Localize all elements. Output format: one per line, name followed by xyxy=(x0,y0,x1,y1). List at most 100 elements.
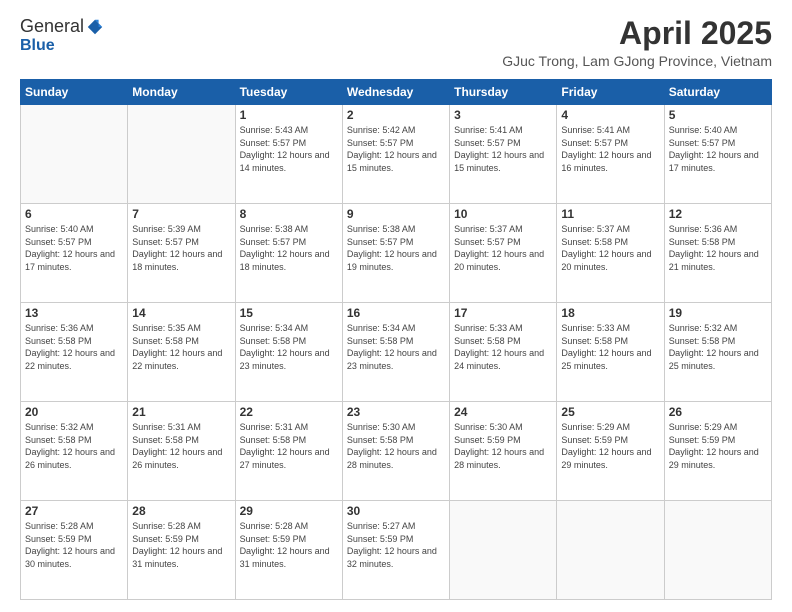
calendar-cell: 6 Sunrise: 5:40 AMSunset: 5:57 PMDaylight… xyxy=(21,204,128,303)
day-number: 14 xyxy=(132,306,230,320)
day-number: 24 xyxy=(454,405,552,419)
day-info: Sunrise: 5:36 AMSunset: 5:58 PMDaylight:… xyxy=(669,223,767,273)
day-number: 3 xyxy=(454,108,552,122)
logo-general: General xyxy=(20,16,84,37)
day-info: Sunrise: 5:37 AMSunset: 5:57 PMDaylight:… xyxy=(454,223,552,273)
calendar-cell xyxy=(21,105,128,204)
day-info: Sunrise: 5:31 AMSunset: 5:58 PMDaylight:… xyxy=(132,421,230,471)
calendar-cell: 11Sunrise: 5:37 AMSunset: 5:58 PMDayligh… xyxy=(557,204,664,303)
day-info: Sunrise: 5:28 AMSunset: 5:59 PMDaylight:… xyxy=(132,520,230,570)
day-info: Sunrise: 5:35 AMSunset: 5:58 PMDaylight:… xyxy=(132,322,230,372)
calendar-cell: 2 Sunrise: 5:42 AMSunset: 5:57 PMDaylight… xyxy=(342,105,449,204)
day-number: 19 xyxy=(669,306,767,320)
calendar-cell: 23Sunrise: 5:30 AMSunset: 5:58 PMDayligh… xyxy=(342,402,449,501)
day-number: 21 xyxy=(132,405,230,419)
day-info: Sunrise: 5:37 AMSunset: 5:58 PMDaylight:… xyxy=(561,223,659,273)
calendar-header-wednesday: Wednesday xyxy=(342,80,449,105)
day-number: 25 xyxy=(561,405,659,419)
location-title: GJuc Trong, Lam GJong Province, Vietnam xyxy=(502,53,772,69)
week-row-2: 13Sunrise: 5:36 AMSunset: 5:58 PMDayligh… xyxy=(21,303,772,402)
day-number: 27 xyxy=(25,504,123,518)
calendar-cell: 7 Sunrise: 5:39 AMSunset: 5:57 PMDaylight… xyxy=(128,204,235,303)
calendar-cell: 27 Sunrise: 5:28 AMSunset: 5:59 PMDayligh… xyxy=(21,501,128,600)
day-info: Sunrise: 5:40 AMSunset: 5:57 PMDaylight:… xyxy=(669,124,767,174)
calendar-cell: 26Sunrise: 5:29 AMSunset: 5:59 PMDayligh… xyxy=(664,402,771,501)
day-info: Sunrise: 5:39 AMSunset: 5:57 PMDaylight:… xyxy=(132,223,230,273)
calendar-cell: 17Sunrise: 5:33 AMSunset: 5:58 PMDayligh… xyxy=(450,303,557,402)
day-info: Sunrise: 5:41 AMSunset: 5:57 PMDaylight:… xyxy=(454,124,552,174)
day-info: Sunrise: 5:34 AMSunset: 5:58 PMDaylight:… xyxy=(240,322,338,372)
week-row-0: 1Sunrise: 5:43 AMSunset: 5:57 PMDaylight… xyxy=(21,105,772,204)
logo-text: General xyxy=(20,16,104,37)
calendar-cell: 9Sunrise: 5:38 AMSunset: 5:57 PMDaylight… xyxy=(342,204,449,303)
calendar-cell xyxy=(664,501,771,600)
calendar-header-friday: Friday xyxy=(557,80,664,105)
calendar-cell: 13Sunrise: 5:36 AMSunset: 5:58 PMDayligh… xyxy=(21,303,128,402)
day-info: Sunrise: 5:38 AMSunset: 5:57 PMDaylight:… xyxy=(240,223,338,273)
calendar-cell: 1Sunrise: 5:43 AMSunset: 5:57 PMDaylight… xyxy=(235,105,342,204)
calendar-cell xyxy=(450,501,557,600)
calendar-header-saturday: Saturday xyxy=(664,80,771,105)
calendar-cell: 21 Sunrise: 5:31 AMSunset: 5:58 PMDayligh… xyxy=(128,402,235,501)
calendar-cell: 29 Sunrise: 5:28 AMSunset: 5:59 PMDayligh… xyxy=(235,501,342,600)
month-title: April 2025 xyxy=(502,16,772,51)
day-number: 16 xyxy=(347,306,445,320)
day-number: 7 xyxy=(132,207,230,221)
day-info: Sunrise: 5:29 AMSunset: 5:59 PMDaylight:… xyxy=(561,421,659,471)
day-number: 5 xyxy=(669,108,767,122)
day-number: 28 xyxy=(132,504,230,518)
day-info: Sunrise: 5:42 AMSunset: 5:57 PMDaylight:… xyxy=(347,124,445,174)
calendar-cell: 20 Sunrise: 5:32 AMSunset: 5:58 PMDayligh… xyxy=(21,402,128,501)
calendar-cell: 30Sunrise: 5:27 AMSunset: 5:59 PMDayligh… xyxy=(342,501,449,600)
calendar-cell xyxy=(128,105,235,204)
calendar-cell: 28 Sunrise: 5:28 AMSunset: 5:59 PMDayligh… xyxy=(128,501,235,600)
day-info: Sunrise: 5:43 AMSunset: 5:57 PMDaylight:… xyxy=(240,124,338,174)
day-number: 8 xyxy=(240,207,338,221)
calendar-table: SundayMondayTuesdayWednesdayThursdayFrid… xyxy=(20,79,772,600)
day-number: 10 xyxy=(454,207,552,221)
day-info: Sunrise: 5:32 AMSunset: 5:58 PMDaylight:… xyxy=(25,421,123,471)
day-number: 30 xyxy=(347,504,445,518)
day-number: 6 xyxy=(25,207,123,221)
calendar-cell: 18 Sunrise: 5:33 AMSunset: 5:58 PMDayligh… xyxy=(557,303,664,402)
calendar-cell: 19Sunrise: 5:32 AMSunset: 5:58 PMDayligh… xyxy=(664,303,771,402)
day-info: Sunrise: 5:41 AMSunset: 5:57 PMDaylight:… xyxy=(561,124,659,174)
calendar-cell: 12 Sunrise: 5:36 AMSunset: 5:58 PMDayligh… xyxy=(664,204,771,303)
day-number: 17 xyxy=(454,306,552,320)
day-info: Sunrise: 5:31 AMSunset: 5:58 PMDaylight:… xyxy=(240,421,338,471)
day-number: 2 xyxy=(347,108,445,122)
day-info: Sunrise: 5:28 AMSunset: 5:59 PMDaylight:… xyxy=(25,520,123,570)
calendar-header-row: SundayMondayTuesdayWednesdayThursdayFrid… xyxy=(21,80,772,105)
calendar-cell: 15 Sunrise: 5:34 AMSunset: 5:58 PMDayligh… xyxy=(235,303,342,402)
calendar-cell: 8 Sunrise: 5:38 AMSunset: 5:57 PMDaylight… xyxy=(235,204,342,303)
calendar-cell: 16 Sunrise: 5:34 AMSunset: 5:58 PMDayligh… xyxy=(342,303,449,402)
calendar-cell: 3 Sunrise: 5:41 AMSunset: 5:57 PMDaylight… xyxy=(450,105,557,204)
calendar-cell: 10 Sunrise: 5:37 AMSunset: 5:57 PMDayligh… xyxy=(450,204,557,303)
calendar-cell: 4Sunrise: 5:41 AMSunset: 5:57 PMDaylight… xyxy=(557,105,664,204)
day-number: 20 xyxy=(25,405,123,419)
calendar-header-monday: Monday xyxy=(128,80,235,105)
title-block: April 2025 GJuc Trong, Lam GJong Provinc… xyxy=(502,16,772,69)
week-row-3: 20 Sunrise: 5:32 AMSunset: 5:58 PMDayligh… xyxy=(21,402,772,501)
day-info: Sunrise: 5:28 AMSunset: 5:59 PMDaylight:… xyxy=(240,520,338,570)
day-number: 12 xyxy=(669,207,767,221)
page: General Blue April 2025 GJuc Trong, Lam … xyxy=(0,0,792,612)
day-info: Sunrise: 5:33 AMSunset: 5:58 PMDaylight:… xyxy=(561,322,659,372)
calendar-cell: 25 Sunrise: 5:29 AMSunset: 5:59 PMDayligh… xyxy=(557,402,664,501)
day-number: 29 xyxy=(240,504,338,518)
day-info: Sunrise: 5:40 AMSunset: 5:57 PMDaylight:… xyxy=(25,223,123,273)
logo: General Blue xyxy=(20,16,104,55)
day-number: 13 xyxy=(25,306,123,320)
day-number: 22 xyxy=(240,405,338,419)
day-number: 15 xyxy=(240,306,338,320)
day-info: Sunrise: 5:30 AMSunset: 5:58 PMDaylight:… xyxy=(347,421,445,471)
day-info: Sunrise: 5:34 AMSunset: 5:58 PMDaylight:… xyxy=(347,322,445,372)
week-row-1: 6 Sunrise: 5:40 AMSunset: 5:57 PMDaylight… xyxy=(21,204,772,303)
calendar-cell: 5 Sunrise: 5:40 AMSunset: 5:57 PMDaylight… xyxy=(664,105,771,204)
day-number: 9 xyxy=(347,207,445,221)
week-row-4: 27 Sunrise: 5:28 AMSunset: 5:59 PMDayligh… xyxy=(21,501,772,600)
day-number: 18 xyxy=(561,306,659,320)
calendar-cell: 22 Sunrise: 5:31 AMSunset: 5:58 PMDayligh… xyxy=(235,402,342,501)
day-info: Sunrise: 5:29 AMSunset: 5:59 PMDaylight:… xyxy=(669,421,767,471)
logo-blue-text: Blue xyxy=(20,37,55,55)
